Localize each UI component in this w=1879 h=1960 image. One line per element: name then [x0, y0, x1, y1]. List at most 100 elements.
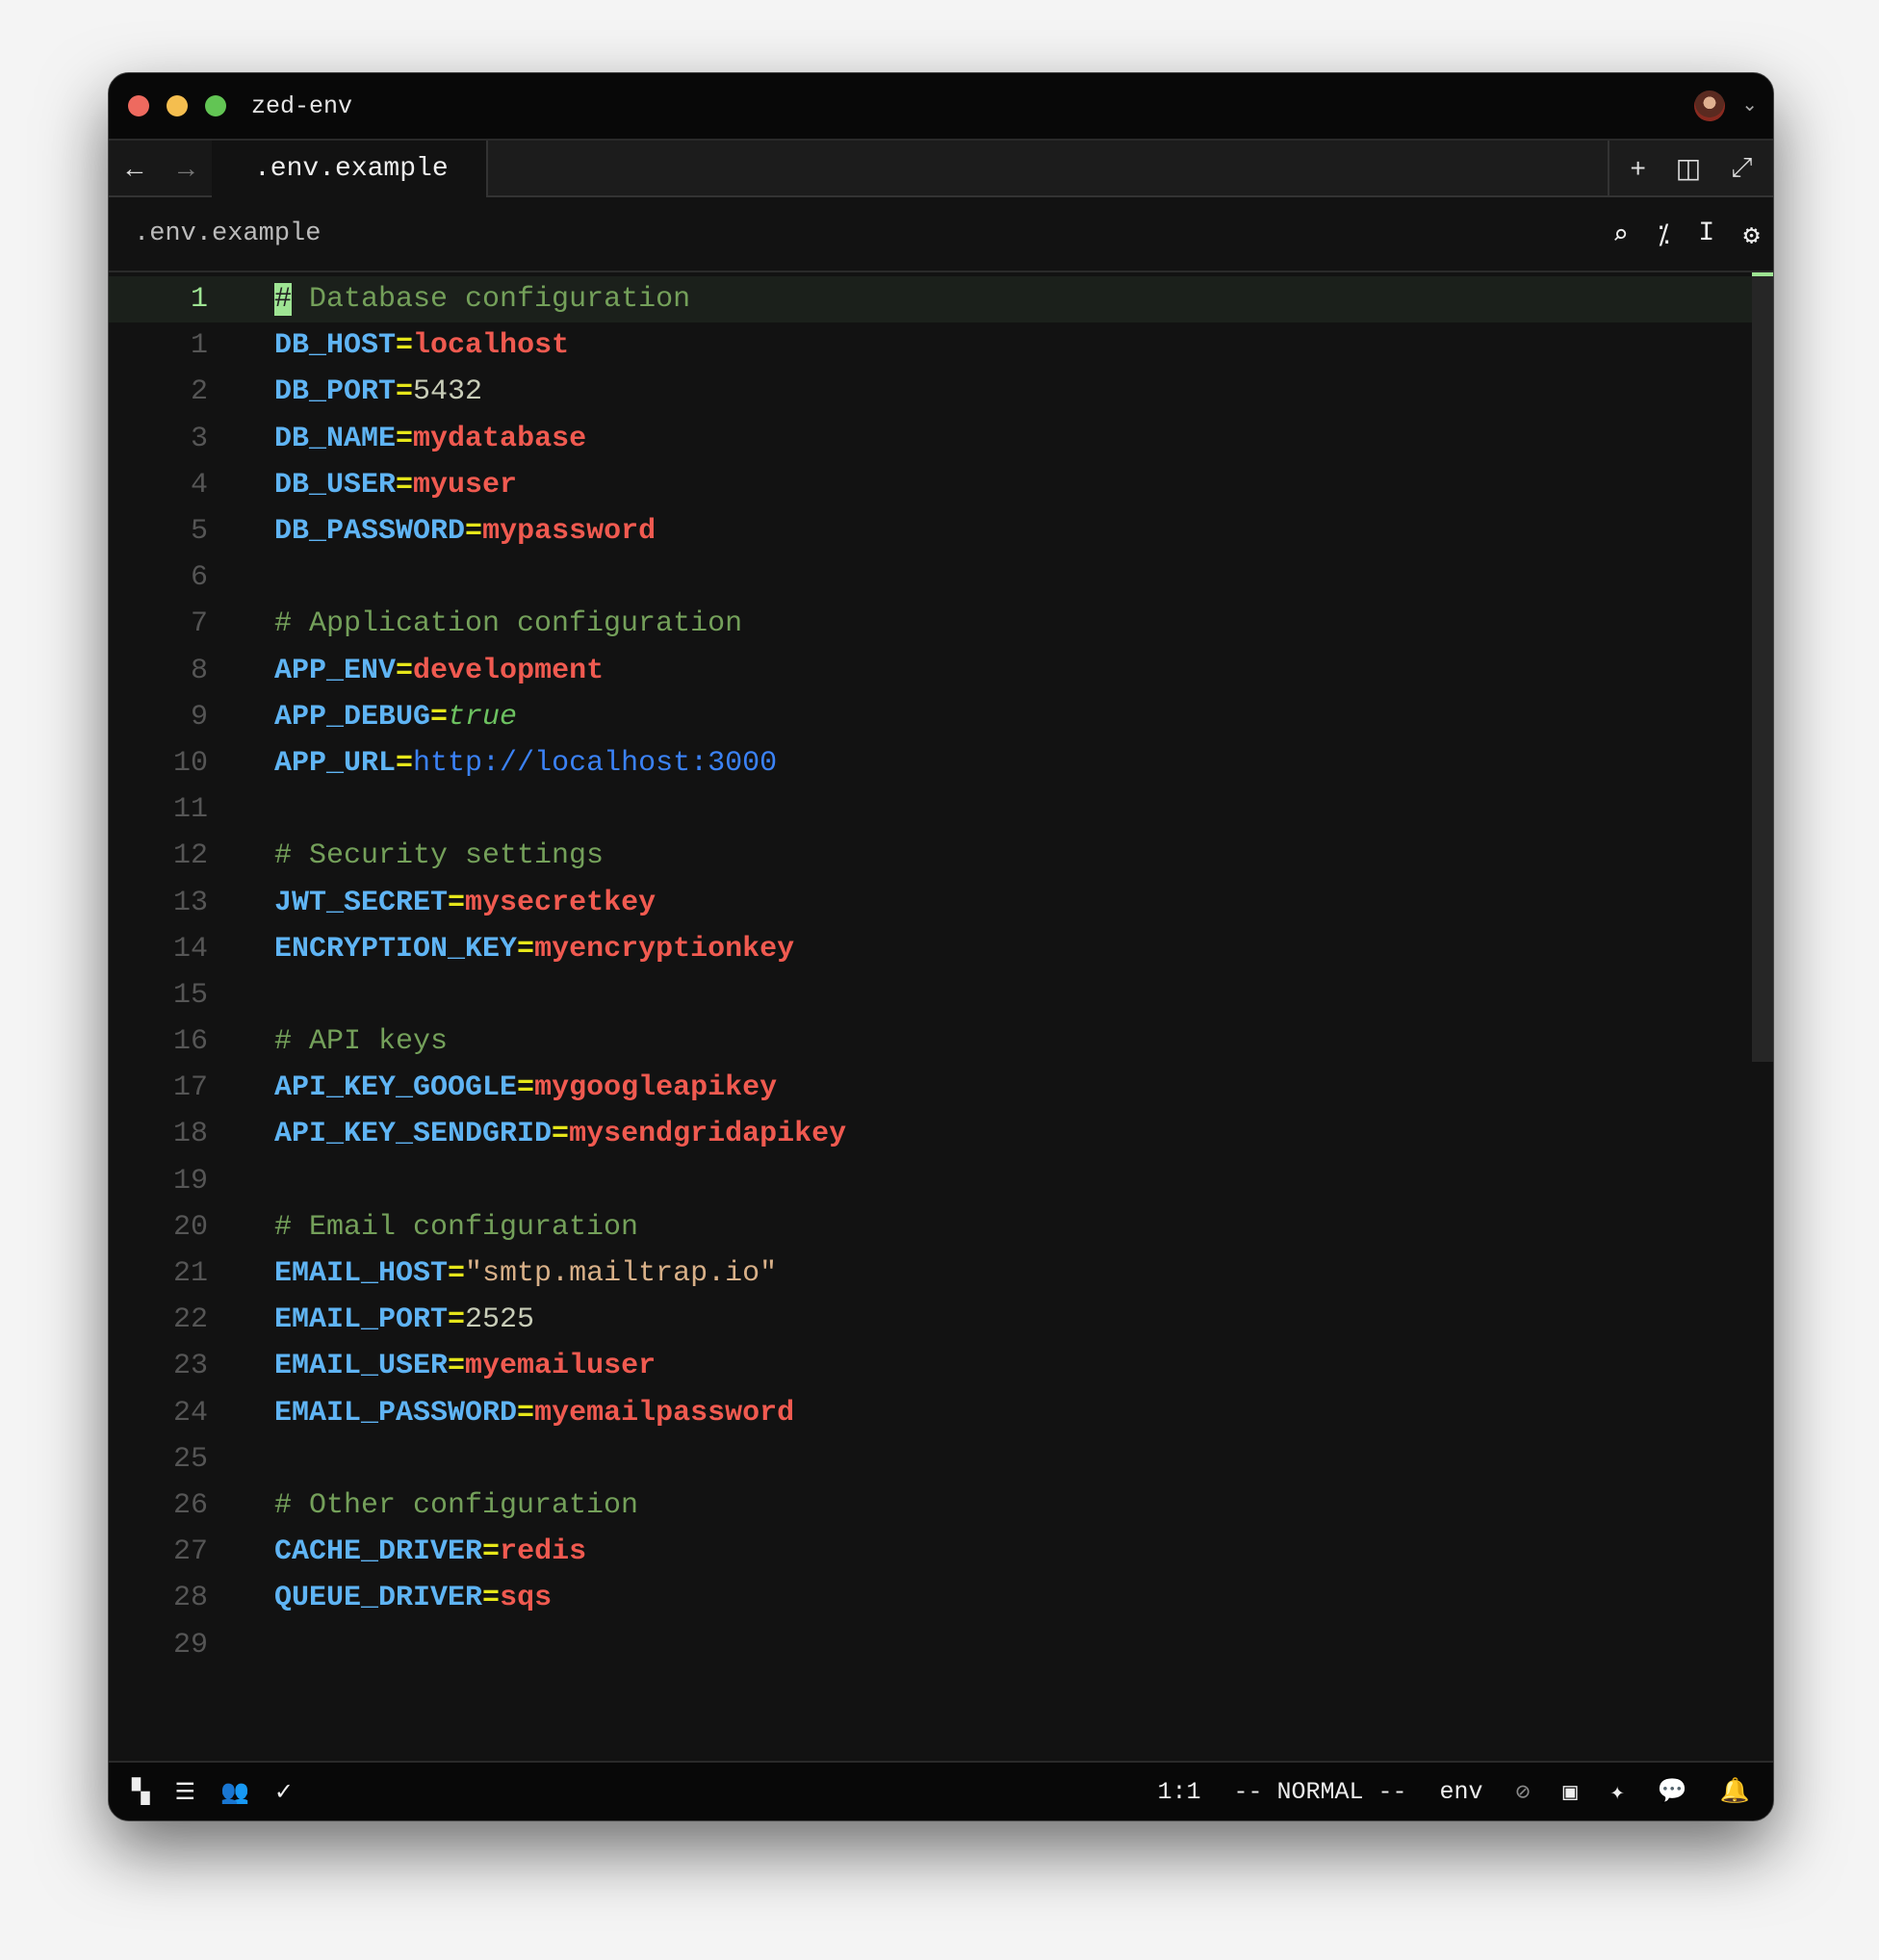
language-selector[interactable]: env — [1440, 1778, 1483, 1806]
code-line[interactable]: 6 — [109, 554, 1773, 601]
line-number: 19 — [172, 1164, 208, 1198]
plus-icon[interactable]: + — [1630, 153, 1645, 184]
line-number: 22 — [172, 1303, 208, 1337]
status-bar: ▚ ☰ 👥 ✓ 1:1 -- NORMAL -- env ⊘ ▣ ✦ 💬 🔔 — [109, 1761, 1773, 1820]
code-line[interactable]: 29 — [109, 1621, 1773, 1667]
equals-sign: = — [448, 1303, 466, 1337]
equals-sign: = — [482, 1535, 501, 1569]
env-value: mypassword — [482, 515, 656, 549]
number-value: 2525 — [465, 1303, 535, 1337]
collaborators-icon[interactable]: 👥 — [220, 1778, 249, 1806]
split-pane-icon[interactable]: ◫ — [1676, 152, 1701, 184]
line-number: 5 — [190, 515, 208, 549]
outline-icon[interactable]: ☰ — [174, 1778, 195, 1806]
editor-window: zed-env ⌄ ← → .env.example + ◫ ⤢ .env.ex… — [108, 72, 1774, 1821]
env-value: mysecretkey — [465, 886, 656, 919]
line-number: 12 — [172, 839, 208, 873]
notification-bell-icon[interactable]: 🔔 — [1720, 1777, 1750, 1806]
url-value: http://localhost:3000 — [413, 746, 778, 780]
equals-sign: = — [448, 1257, 466, 1291]
code-line[interactable]: 9 APP_DEBUG = true — [109, 694, 1773, 740]
line-number: 18 — [172, 1118, 208, 1151]
line-number: 13 — [172, 886, 208, 919]
code-line[interactable]: 17 API_KEY_GOOGLE = mygoogleapikey — [109, 1065, 1773, 1111]
code-line[interactable]: 14 ENCRYPTION_KEY = myencryptionkey — [109, 926, 1773, 972]
assistant-sparkle-icon[interactable]: ✦ — [1610, 1777, 1625, 1807]
code-line[interactable]: 3 DB_NAME = mydatabase — [109, 416, 1773, 462]
settings-sliders-icon[interactable]: ⚙ — [1743, 219, 1760, 252]
code-line[interactable]: 10 APP_URL = http://localhost:3000 — [109, 740, 1773, 787]
code-line[interactable]: 26 # Other configuration — [109, 1483, 1773, 1529]
code-line[interactable]: 16 # API keys — [109, 1019, 1773, 1065]
zoom-button[interactable] — [205, 95, 226, 116]
line-number: 14 — [172, 932, 208, 966]
number-value: 5432 — [413, 375, 483, 409]
code-line[interactable]: 23 EMAIL_USER = myemailuser — [109, 1343, 1773, 1389]
string-value: "smtp.mailtrap.io" — [465, 1257, 778, 1291]
code-line[interactable]: 1 DB_HOST = localhost — [109, 322, 1773, 369]
line-number: 15 — [172, 978, 208, 1012]
tab-env-example[interactable]: .env.example — [212, 141, 488, 197]
project-title[interactable]: zed-env — [251, 92, 352, 120]
code-line[interactable]: 13 JWT_SECRET = mysecretkey — [109, 879, 1773, 925]
code-line[interactable]: 18 API_KEY_SENDGRID = mysendgridapikey — [109, 1111, 1773, 1157]
comment: # Security settings — [274, 839, 605, 873]
code-line[interactable]: 21 EMAIL_HOST = "smtp.mailtrap.io" — [109, 1251, 1773, 1297]
avatar[interactable] — [1694, 90, 1725, 121]
code-line[interactable]: 2 DB_PORT = 5432 — [109, 369, 1773, 415]
line-number: 6 — [190, 561, 208, 595]
code-line[interactable]: 1 # Database configuration — [109, 276, 1773, 323]
vim-mode: -- NORMAL -- — [1233, 1777, 1407, 1806]
breadcrumb: .env.example ⌕ ⁒ I ⚙ — [109, 197, 1773, 272]
text-cursor-icon[interactable]: I — [1698, 219, 1714, 252]
line-number: 2 — [190, 375, 208, 409]
code-line[interactable]: 5 DB_PASSWORD = mypassword — [109, 508, 1773, 554]
breadcrumb-file[interactable]: .env.example — [134, 219, 321, 248]
cursor-position[interactable]: 1:1 — [1157, 1778, 1200, 1806]
code-line[interactable]: 20 # Email configuration — [109, 1204, 1773, 1251]
code-editor[interactable]: 1 # Database configuration 1 DB_HOST = localh… — [109, 272, 1773, 1763]
project-panel-icon[interactable]: ▚ — [132, 1778, 149, 1806]
line-number: 26 — [172, 1488, 208, 1522]
env-key: DB_HOST — [274, 329, 397, 363]
code-line[interactable]: 4 DB_USER = myuser — [109, 462, 1773, 508]
line-number: 17 — [172, 1071, 208, 1105]
env-value: mygoogleapikey — [534, 1071, 778, 1105]
search-icon[interactable]: ⌕ — [1612, 219, 1629, 252]
copilot-disabled-icon[interactable]: ⊘ — [1516, 1777, 1531, 1807]
code-line[interactable]: 7 # Application configuration — [109, 601, 1773, 647]
code-line[interactable]: 8 APP_ENV = development — [109, 648, 1773, 694]
magic-wand-icon[interactable]: ⁒ — [1658, 219, 1670, 252]
comment: # API keys — [274, 1025, 449, 1059]
comment: # Other configuration — [274, 1488, 639, 1522]
env-key: APP_ENV — [274, 654, 397, 687]
code-line[interactable]: 11 — [109, 787, 1773, 833]
chevron-down-icon[interactable]: ⌄ — [1741, 92, 1758, 116]
terminal-icon[interactable]: ▣ — [1563, 1777, 1578, 1807]
code-line[interactable]: 15 — [109, 972, 1773, 1019]
line-number: 24 — [172, 1396, 208, 1430]
forward-arrow-icon[interactable]: → — [172, 153, 199, 184]
line-number: 4 — [190, 468, 208, 502]
maximize-icon[interactable]: ⤢ — [1731, 152, 1752, 184]
code-line[interactable]: 27 CACHE_DRIVER = redis — [109, 1529, 1773, 1575]
code-line[interactable]: 12 # Security settings — [109, 833, 1773, 879]
chat-icon[interactable]: 💬 — [1658, 1777, 1687, 1806]
code-line[interactable]: 19 — [109, 1158, 1773, 1204]
comment: # Database configuration — [274, 283, 691, 317]
boolean-value: true — [448, 700, 518, 734]
code-line[interactable]: 25 — [109, 1436, 1773, 1483]
diagnostics-check-icon[interactable]: ✓ — [274, 1778, 294, 1806]
env-value: mydatabase — [413, 422, 587, 455]
back-arrow-icon[interactable]: ← — [121, 153, 148, 184]
equals-sign: = — [396, 375, 414, 409]
code-line[interactable]: 24 EMAIL_PASSWORD = myemailpassword — [109, 1390, 1773, 1436]
env-key: JWT_SECRET — [274, 886, 449, 919]
scrollbar[interactable] — [1752, 272, 1773, 1062]
line-number: 3 — [190, 422, 208, 455]
env-value: sqs — [500, 1582, 553, 1615]
minimize-button[interactable] — [167, 95, 188, 116]
code-line[interactable]: 28 QUEUE_DRIVER = sqs — [109, 1575, 1773, 1621]
code-line[interactable]: 22 EMAIL_PORT = 2525 — [109, 1297, 1773, 1343]
close-button[interactable] — [128, 95, 149, 116]
